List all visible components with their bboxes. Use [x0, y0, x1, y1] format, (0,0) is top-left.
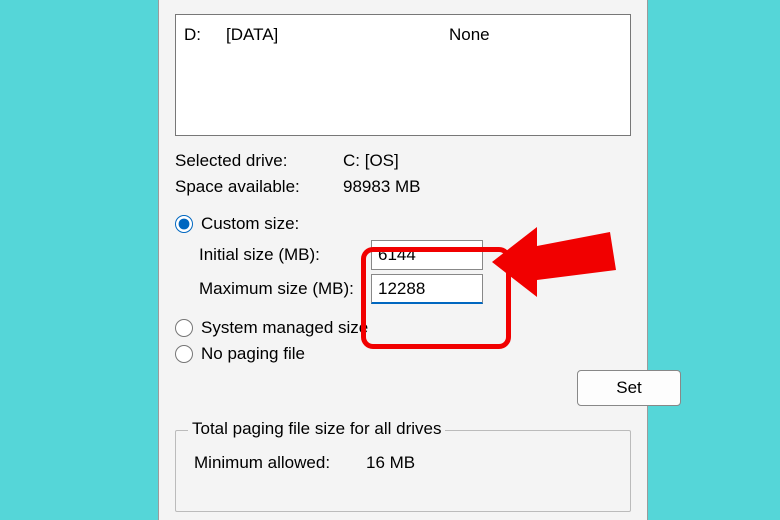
radio-system-managed[interactable]: System managed size — [175, 318, 631, 338]
radio-no-paging[interactable]: No paging file — [175, 344, 631, 364]
initial-size-input[interactable] — [371, 240, 483, 270]
radio-custom-size[interactable]: Custom size: — [175, 214, 631, 234]
maximum-size-label: Maximum size (MB): — [199, 279, 371, 299]
space-available-value: 98983 MB — [343, 174, 421, 200]
total-paging-group: Total paging file size for all drives Mi… — [175, 430, 631, 512]
radio-system-label: System managed size — [201, 318, 368, 338]
selected-drive-label: Selected drive: — [175, 148, 343, 174]
radio-custom-input[interactable] — [175, 215, 193, 233]
virtual-memory-dialog: D: [DATA] None Selected drive: C: [OS] S… — [158, 0, 648, 520]
stage: D: [DATA] None Selected drive: C: [OS] S… — [0, 0, 780, 520]
drive-info: Selected drive: C: [OS] Space available:… — [175, 148, 631, 200]
radio-none-input[interactable] — [175, 345, 193, 363]
minimum-allowed-label: Minimum allowed: — [188, 453, 366, 473]
radio-none-label: No paging file — [201, 344, 305, 364]
maximum-size-input[interactable] — [371, 274, 483, 304]
selected-drive-value: C: [OS] — [343, 148, 399, 174]
minimum-allowed-value: 16 MB — [366, 453, 415, 473]
space-available-label: Space available: — [175, 174, 343, 200]
initial-size-label: Initial size (MB): — [199, 245, 371, 265]
custom-size-fields: Initial size (MB): Maximum size (MB): — [199, 240, 631, 304]
drive-row[interactable]: D: [DATA] None — [184, 25, 622, 45]
drive-letter: D: — [184, 25, 226, 45]
radio-system-input[interactable] — [175, 319, 193, 337]
drives-listbox[interactable]: D: [DATA] None — [175, 14, 631, 136]
radio-custom-label: Custom size: — [201, 214, 299, 234]
paging-options: Custom size: Initial size (MB): Maximum … — [175, 214, 631, 364]
total-paging-title: Total paging file size for all drives — [188, 419, 445, 439]
set-button[interactable]: Set — [577, 370, 681, 406]
drive-label: [DATA] — [226, 25, 622, 45]
drive-status: None — [449, 25, 490, 45]
